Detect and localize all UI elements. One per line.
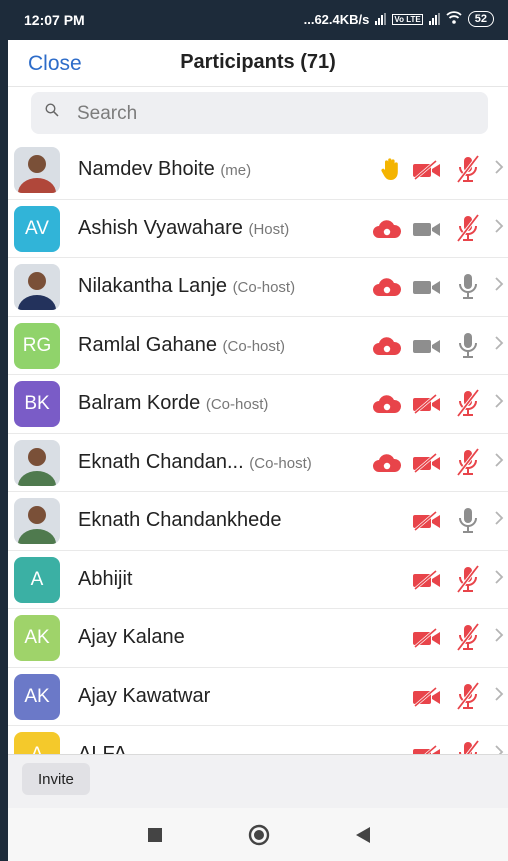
footer-bar: Invite xyxy=(8,754,508,809)
participant-status-icons xyxy=(8,492,508,549)
video-camera-icon xyxy=(412,219,442,244)
home-circle-icon[interactable] xyxy=(248,824,270,846)
participant-status-icons xyxy=(8,200,508,257)
participant-status-icons xyxy=(8,375,508,432)
video-camera-icon xyxy=(412,569,442,595)
status-right-cluster: ...62.4KB/s Vo LTE 52 xyxy=(304,11,494,27)
participant-status-icons xyxy=(8,434,508,491)
video-camera-icon xyxy=(412,452,442,478)
back-triangle-icon[interactable] xyxy=(356,827,370,843)
participant-status-icons xyxy=(8,258,508,315)
microphone-icon xyxy=(455,447,481,481)
participant-row[interactable]: A Abhijit xyxy=(8,551,508,609)
signal-icon xyxy=(375,13,387,25)
microphone-icon xyxy=(455,213,481,247)
status-bar: 12:07 PM ...62.4KB/s Vo LTE 52 xyxy=(0,0,508,40)
microphone-icon xyxy=(455,272,481,305)
status-time: 12:07 PM xyxy=(24,12,85,28)
chevron-right-icon[interactable] xyxy=(494,393,504,409)
video-camera-icon xyxy=(412,627,442,653)
battery-icon: 52 xyxy=(467,11,494,27)
participant-row[interactable]: Eknath Chandankhede xyxy=(8,492,508,551)
participant-status-icons xyxy=(8,668,508,725)
chevron-right-icon[interactable] xyxy=(494,159,504,175)
chevron-right-icon[interactable] xyxy=(494,452,504,468)
participant-row[interactable]: RG Ramlal Gahane (Co-host) xyxy=(8,317,508,375)
cloud-recording-icon xyxy=(372,394,402,419)
search-bar[interactable] xyxy=(31,92,488,134)
chevron-right-icon[interactable] xyxy=(494,276,504,292)
participant-row[interactable]: BK Balram Korde (Co-host) xyxy=(8,375,508,434)
video-camera-icon xyxy=(412,159,442,185)
video-camera-icon xyxy=(412,686,442,712)
raised-hand-icon xyxy=(380,157,402,186)
signal-icon-2 xyxy=(428,13,440,25)
network-speed: ...62.4KB/s xyxy=(303,11,370,27)
microphone-icon xyxy=(455,564,481,598)
chevron-right-icon[interactable] xyxy=(494,218,504,234)
participant-status-icons xyxy=(8,317,508,374)
recents-square-icon[interactable] xyxy=(148,828,162,842)
participant-list: Namdev Bhoite (me) AV Ashish Vyawahare (Ho… xyxy=(8,141,508,785)
cloud-recording-icon xyxy=(372,277,402,302)
page-title: Participants (71) xyxy=(180,51,336,73)
wifi-icon xyxy=(446,11,462,27)
search-icon xyxy=(45,103,59,117)
cloud-recording-icon xyxy=(372,219,402,244)
header-bar: Participants (71) Close xyxy=(8,40,508,87)
cloud-recording-icon xyxy=(372,453,402,478)
invite-button[interactable]: Invite xyxy=(22,763,90,795)
cloud-recording-icon xyxy=(372,336,402,361)
microphone-icon xyxy=(455,681,481,715)
left-edge-strip xyxy=(0,40,8,861)
participant-status-icons xyxy=(8,609,508,666)
video-camera-icon xyxy=(412,510,442,536)
chevron-right-icon[interactable] xyxy=(494,569,504,585)
microphone-icon xyxy=(455,388,481,422)
video-camera-icon xyxy=(412,393,442,419)
microphone-icon xyxy=(455,331,481,364)
video-camera-icon xyxy=(412,277,442,302)
close-button[interactable]: Close xyxy=(28,52,82,76)
participant-row[interactable]: Nilakantha Lanje (Co-host) xyxy=(8,258,508,317)
participant-row[interactable]: AK Ajay Kalane xyxy=(8,609,508,668)
participant-row[interactable]: Namdev Bhoite (me) xyxy=(8,141,508,200)
chevron-right-icon[interactable] xyxy=(494,627,504,643)
participant-status-icons xyxy=(8,551,508,608)
participant-status-icons xyxy=(8,141,508,198)
search-input[interactable] xyxy=(75,98,479,130)
chevron-right-icon[interactable] xyxy=(494,335,504,351)
participant-row[interactable]: AK Ajay Kawatwar xyxy=(8,668,508,726)
chevron-right-icon[interactable] xyxy=(494,510,504,526)
chevron-right-icon[interactable] xyxy=(494,686,504,702)
microphone-icon xyxy=(455,622,481,656)
microphone-icon xyxy=(455,506,481,539)
volte-icon: Vo LTE xyxy=(392,13,423,25)
microphone-icon xyxy=(455,154,481,188)
app-window: 12:07 PM ...62.4KB/s Vo LTE 52 Participa… xyxy=(0,0,508,861)
participant-row[interactable]: AV Ashish Vyawahare (Host) xyxy=(8,200,508,258)
video-camera-icon xyxy=(412,336,442,361)
participant-row[interactable]: Eknath Chandan... (Co-host) xyxy=(8,434,508,492)
android-nav-bar xyxy=(8,808,508,861)
